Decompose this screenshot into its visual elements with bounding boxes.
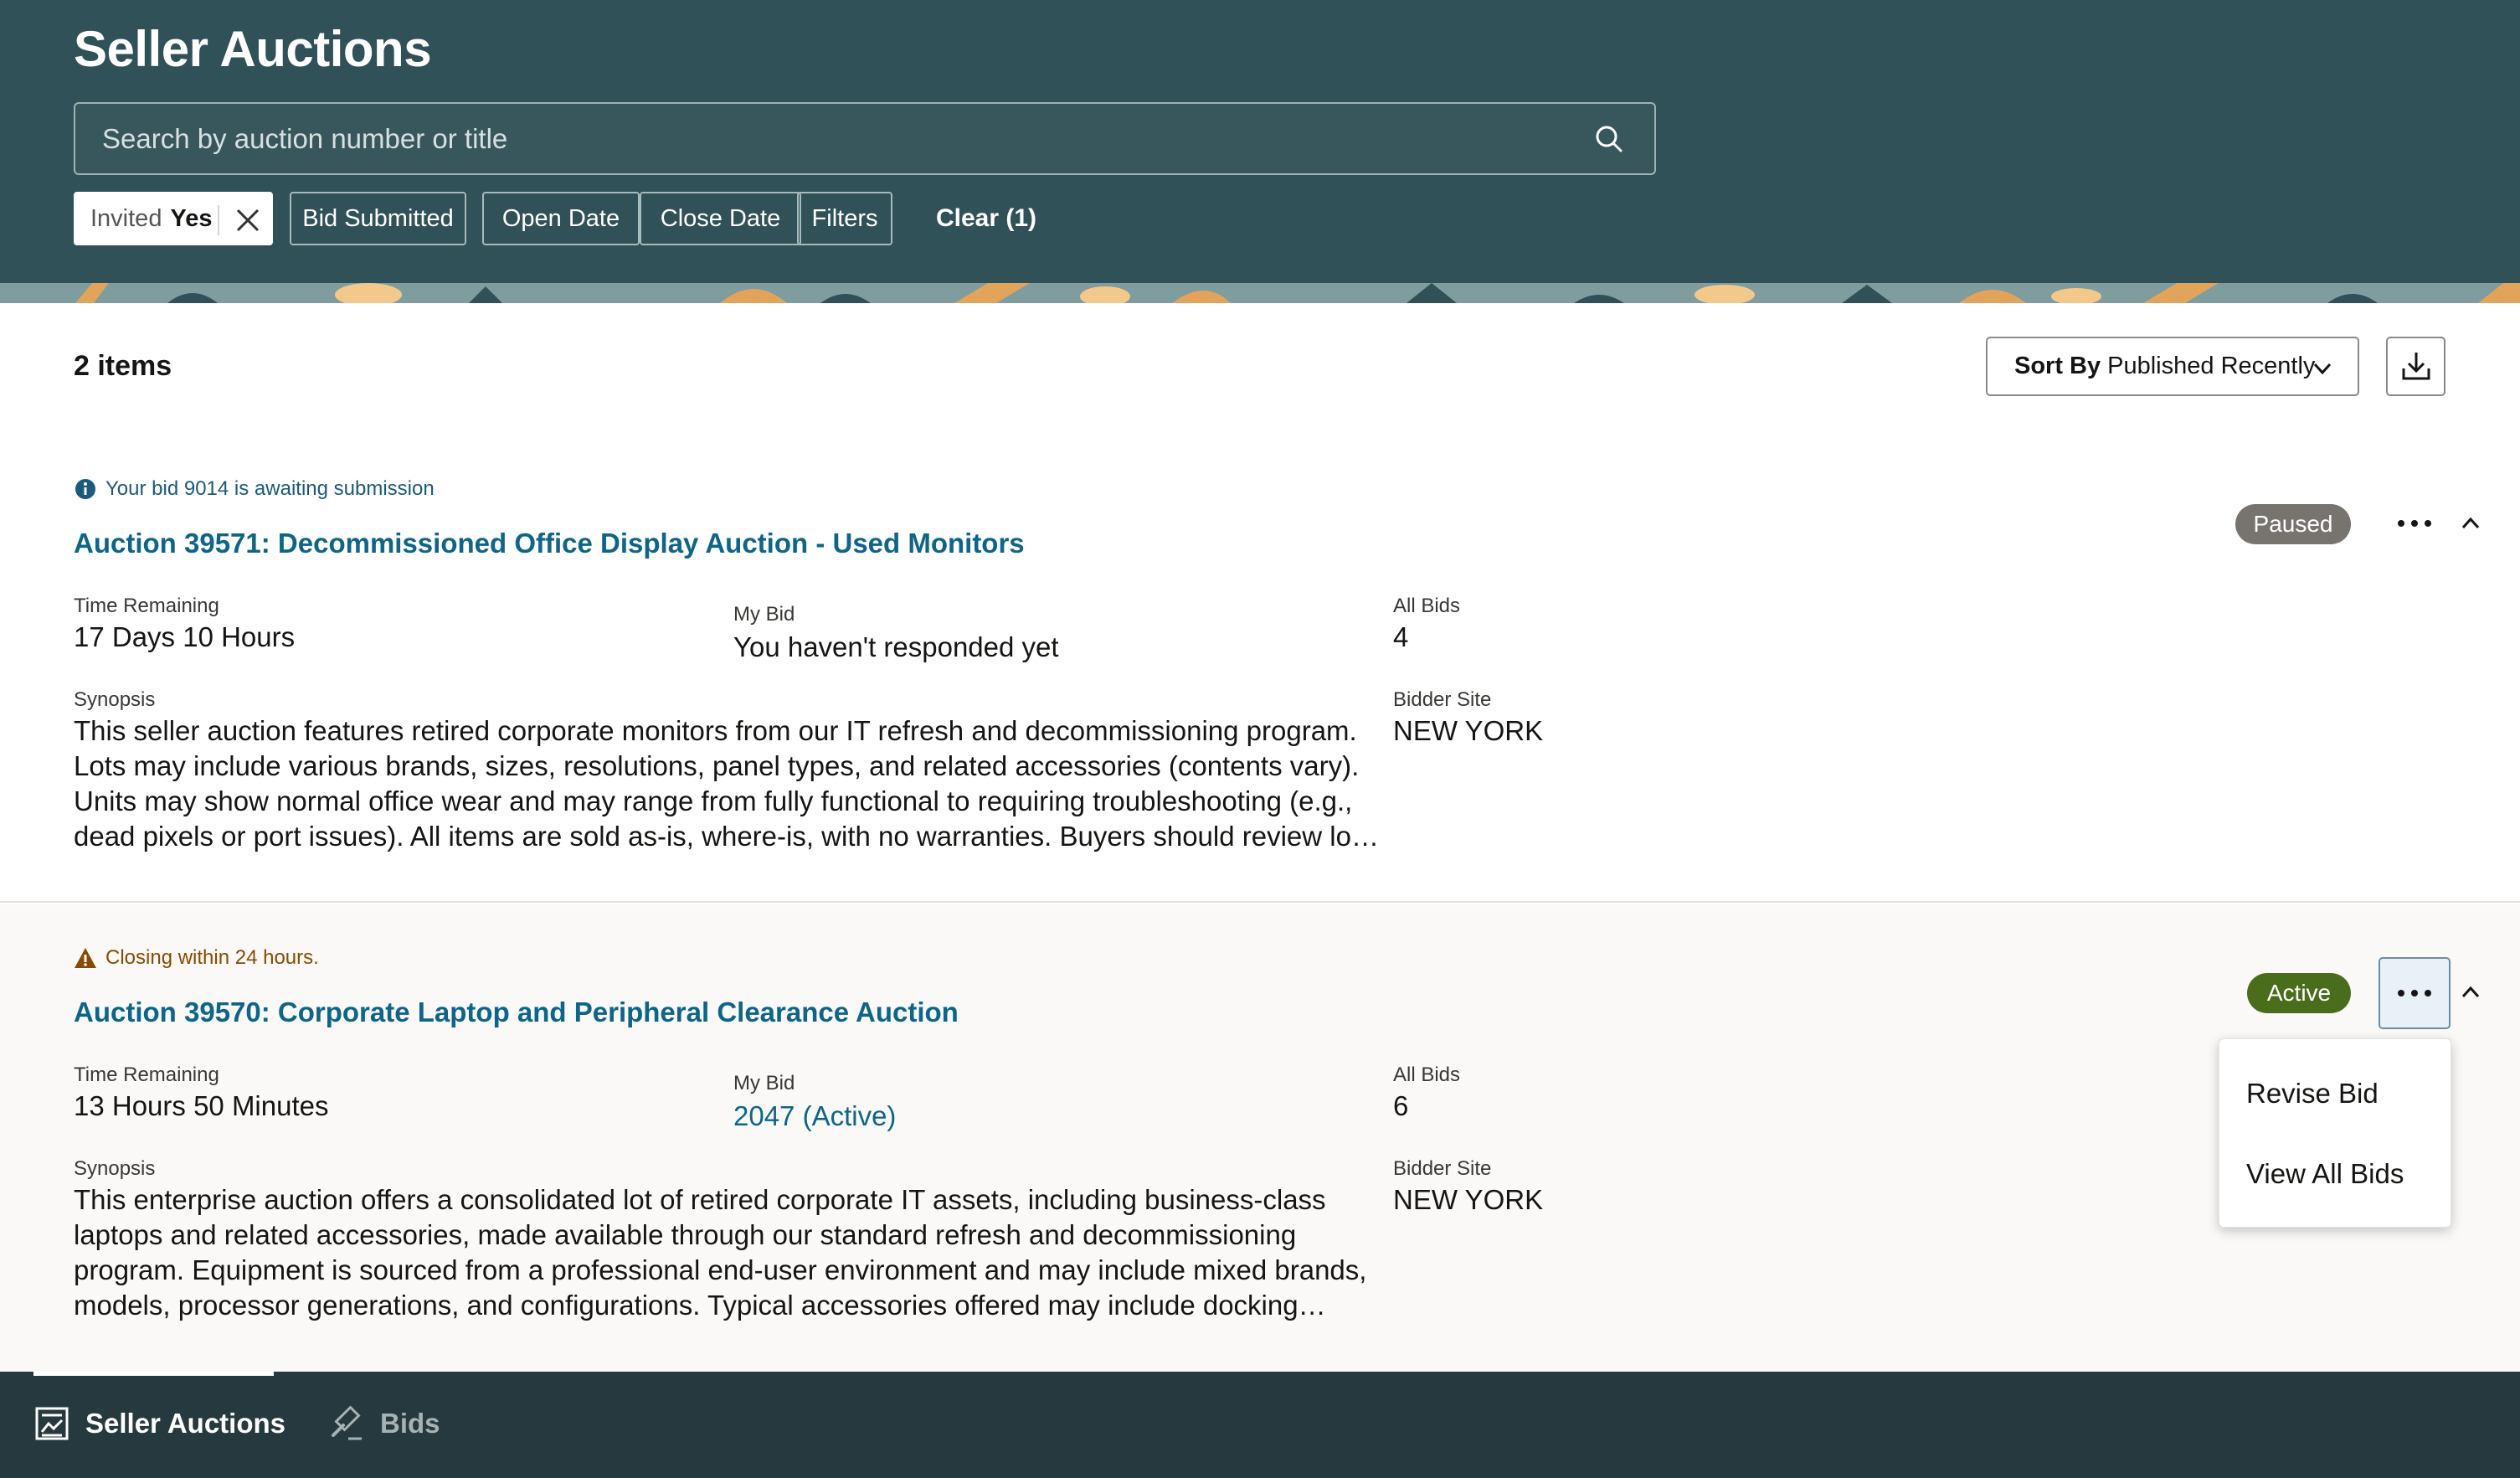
chip-value: Yes <box>170 204 213 232</box>
status-badge: Paused <box>2235 504 2351 544</box>
notice-text: Closing within 24 hours. <box>105 946 319 969</box>
time-remaining-label: Time Remaining <box>74 1063 219 1086</box>
auction-card: Closing within 24 hours. Auction 39570: … <box>0 904 2520 1372</box>
nav-label: Seller Auctions <box>85 1408 286 1439</box>
filter-chip-bid-submitted[interactable]: Bid Submitted <box>290 192 466 245</box>
synopsis-label: Synopsis <box>74 688 156 711</box>
status-badge: Active <box>2247 973 2351 1013</box>
bottom-nav: Seller Auctions Bids <box>0 1372 2520 1478</box>
nav-item-seller-auctions[interactable]: Seller Auctions <box>33 1405 285 1442</box>
gavel-icon <box>332 1405 362 1440</box>
chip-divider <box>218 205 219 235</box>
sort-label: Sort By <box>2014 353 2101 379</box>
bidder-site-value: NEW YORK <box>1393 1184 1544 1215</box>
all-bids-label: All Bids <box>1393 595 1461 617</box>
download-icon <box>2402 353 2430 380</box>
menu-item-view-all-bids[interactable]: View All Bids <box>2246 1158 2404 1190</box>
chip-label: Invited <box>90 204 162 232</box>
time-remaining-label: Time Remaining <box>74 595 219 617</box>
auction-title-link[interactable]: Auction 39570: Corporate Laptop and Peri… <box>74 996 959 1028</box>
synopsis-text: This enterprise auction offers a consoli… <box>74 1184 1367 1321</box>
dot <box>2411 520 2418 527</box>
time-remaining-value: 17 Days 10 Hours <box>74 621 296 652</box>
synopsis-label: Synopsis <box>74 1157 156 1180</box>
dot <box>2425 990 2431 996</box>
page-title: Seller Auctions <box>74 21 432 77</box>
chevron-up-icon[interactable] <box>2458 980 2483 1005</box>
items-count: 2 items <box>74 350 172 382</box>
all-bids-label: All Bids <box>1393 1063 1461 1086</box>
chevron-up-icon[interactable] <box>2458 511 2483 536</box>
more-actions-button[interactable] <box>2379 957 2451 1029</box>
actions-menu: Revise Bid View All Bids <box>2219 1038 2451 1228</box>
bidder-site-label: Bidder Site <box>1393 1157 1492 1180</box>
sort-value: Published Recently <box>2107 353 2316 379</box>
time-remaining-value: 13 Hours 50 Minutes <box>74 1090 329 1121</box>
auction-card: Your bid 9014 is awaiting submission Auc… <box>0 452 2520 903</box>
bidder-site-label: Bidder Site <box>1393 688 1492 711</box>
my-bid-link[interactable]: 2047 (Active) <box>733 1100 896 1132</box>
closing-notice: Closing within 24 hours. <box>74 946 319 970</box>
more-actions-button[interactable] <box>2379 487 2451 559</box>
auction-list-icon <box>35 1407 69 1440</box>
filter-chip-invited[interactable]: Invited Yes <box>74 192 273 245</box>
search-icon[interactable] <box>1592 122 1626 156</box>
warning-icon <box>75 948 96 968</box>
my-bid-label: My Bid <box>733 1072 795 1094</box>
dot <box>2398 520 2404 527</box>
auction-title-link[interactable]: Auction 39571: Decommissioned Office Dis… <box>74 528 1025 559</box>
info-icon <box>75 479 95 499</box>
decorative-banner <box>0 283 2520 303</box>
bid-notice: Your bid 9014 is awaiting submission <box>74 477 435 501</box>
dot <box>2398 990 2404 996</box>
all-bids-value: 6 <box>1393 1090 1409 1121</box>
filter-chip-open-date[interactable]: Open Date <box>482 192 640 245</box>
notice-text: Your bid 9014 is awaiting submission <box>105 477 435 500</box>
sort-dropdown[interactable]: Sort By Published Recently <box>1986 337 2359 396</box>
my-bid-label: My Bid <box>733 603 795 626</box>
active-tab-indicator <box>33 1372 274 1376</box>
filter-chip-close-date[interactable]: Close Date <box>640 192 801 245</box>
menu-item-revise-bid[interactable]: Revise Bid <box>2246 1078 2379 1110</box>
chevron-down-icon <box>2313 363 2332 375</box>
dot <box>2425 520 2431 527</box>
search-field[interactable] <box>74 102 1656 175</box>
search-input[interactable] <box>75 104 1654 173</box>
synopsis-text: This seller auction features retired cor… <box>74 715 1360 852</box>
page-header: Seller Auctions Invited Yes Bid Submitte… <box>0 0 2520 283</box>
all-bids-value: 4 <box>1393 621 1409 652</box>
download-button[interactable] <box>2386 337 2445 396</box>
clear-filters-button[interactable]: Clear (1) <box>936 204 1036 233</box>
filter-chip-filters[interactable]: Filters <box>797 192 892 245</box>
my-bid-value: You haven't responded yet <box>733 631 1059 662</box>
banner-pattern <box>0 283 2520 303</box>
close-icon[interactable] <box>231 203 265 237</box>
nav-label: Bids <box>380 1408 440 1439</box>
bidder-site-value: NEW YORK <box>1393 715 1544 746</box>
dot <box>2411 990 2418 996</box>
nav-item-bids[interactable]: Bids <box>328 1405 440 1442</box>
